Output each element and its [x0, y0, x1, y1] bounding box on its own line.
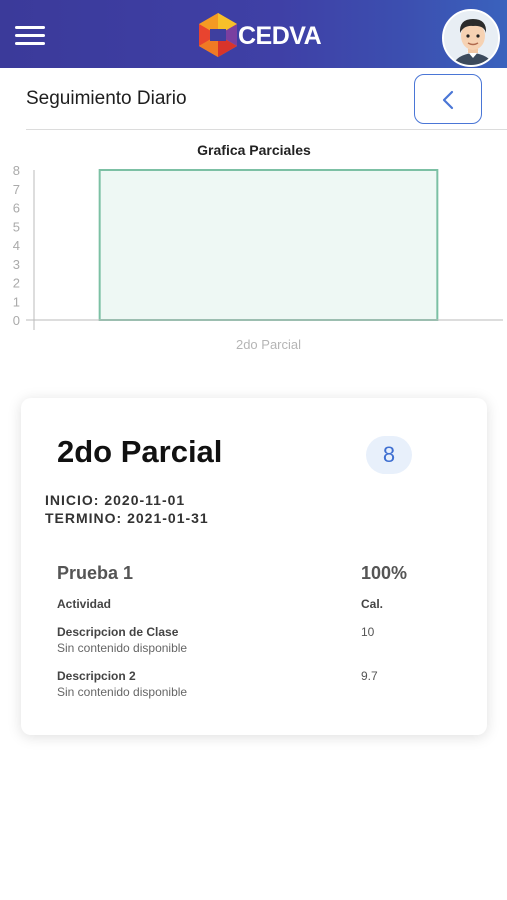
date-range: INICIO: 2020-11-01 TERMINO: 2021-01-31 — [45, 491, 209, 527]
column-header-grade: Cal. — [361, 597, 384, 611]
grade-badge: 8 — [366, 436, 412, 474]
x-axis: 2do Parcial — [26, 319, 503, 352]
activity-title: Descripcion 2 — [57, 669, 136, 683]
y-tick-label: 4 — [13, 238, 20, 253]
activity-grade: 10 — [361, 625, 375, 639]
y-tick-label: 2 — [13, 276, 20, 291]
parcial-card: 2do Parcial 8 INICIO: 2020-11-01 TERMINO… — [21, 398, 487, 735]
y-tick-label: 0 — [13, 313, 20, 328]
activity-subtitle: Sin contenido disponible — [57, 641, 188, 655]
header-divider — [26, 129, 507, 130]
chart-title: Grafica Parciales — [197, 142, 311, 158]
bars — [98, 169, 439, 321]
activity-title: Descripcion de Clase — [57, 625, 179, 639]
y-tick-label: 8 — [13, 163, 20, 178]
x-category-label: 2do Parcial — [236, 337, 301, 352]
start-date: INICIO: 2020-11-01 — [45, 492, 186, 508]
y-tick-label: 6 — [13, 201, 20, 216]
user-avatar[interactable] — [442, 9, 500, 67]
end-date: TERMINO: 2021-01-31 — [45, 510, 209, 526]
logo-mark-icon — [199, 13, 237, 57]
prueba-percent: 100% — [361, 563, 408, 583]
avatar-face-icon — [444, 11, 498, 65]
y-tick-label: 3 — [13, 257, 20, 272]
parciales-chart: Grafica Parciales 0 1 2 3 4 5 6 7 8 2do Parcial — [0, 136, 507, 361]
chart-svg: Grafica Parciales 0 1 2 3 4 5 6 7 8 2do Parcial — [13, 142, 503, 352]
y-tick-label: 7 — [13, 182, 20, 197]
top-app-bar: CEDVA — [0, 0, 507, 68]
y-tick-label: 5 — [13, 219, 20, 234]
activity-subtitle: Sin contenido disponible — [57, 685, 188, 699]
prueba-name: Prueba 1 — [57, 563, 134, 583]
cedva-logo: CEDVA — [196, 10, 336, 62]
hamburger-menu-icon[interactable] — [15, 26, 47, 48]
chevron-left-icon — [442, 90, 454, 110]
activity-grade: 9.7 — [361, 669, 378, 683]
logo-text: CEDVA — [238, 22, 322, 50]
chart-bar — [98, 169, 439, 321]
column-header-activity: Actividad — [57, 597, 112, 611]
page-title: Seguimiento Diario — [26, 88, 187, 109]
y-axis: 0 1 2 3 4 5 6 7 8 — [13, 163, 35, 330]
y-tick-label: 1 — [13, 294, 20, 309]
back-button[interactable] — [414, 74, 482, 124]
card-title: 2do Parcial — [57, 434, 223, 469]
